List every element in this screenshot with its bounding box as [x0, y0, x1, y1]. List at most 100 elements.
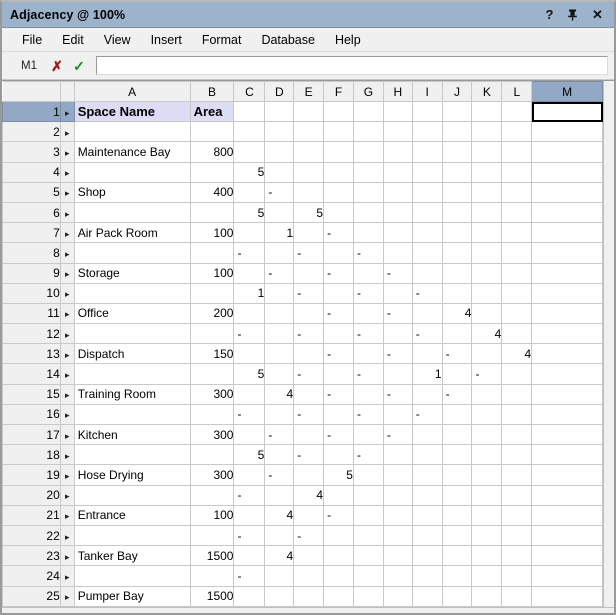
- cell-C16[interactable]: -: [234, 404, 265, 424]
- cell-E15[interactable]: [294, 384, 324, 404]
- column-header-j[interactable]: J: [442, 82, 472, 102]
- cell-J12[interactable]: [442, 324, 472, 344]
- cell-K4[interactable]: [472, 162, 502, 182]
- cell-C11[interactable]: [234, 303, 265, 323]
- cell-L17[interactable]: [502, 425, 532, 445]
- row-outline-marker[interactable]: ▸: [60, 142, 74, 162]
- row-outline-marker[interactable]: ▸: [60, 546, 74, 566]
- cell-J6[interactable]: [442, 202, 472, 222]
- cell-L21[interactable]: [502, 505, 532, 525]
- row-header-25[interactable]: 25: [3, 586, 61, 607]
- cell-D7[interactable]: 1: [265, 223, 294, 243]
- cell-C8[interactable]: -: [234, 243, 265, 263]
- column-header-h[interactable]: H: [383, 82, 412, 102]
- column-header-d[interactable]: D: [265, 82, 294, 102]
- cell-G7[interactable]: [353, 223, 383, 243]
- menu-item-edit[interactable]: Edit: [52, 31, 94, 49]
- cell-M9[interactable]: [532, 263, 603, 283]
- cell-I6[interactable]: [412, 202, 442, 222]
- cell-J14[interactable]: [442, 364, 472, 384]
- cell-F8[interactable]: [324, 243, 354, 263]
- row-outline-marker[interactable]: ▸: [60, 102, 74, 122]
- cell-D10[interactable]: [265, 283, 294, 303]
- close-button[interactable]: ✕: [591, 8, 604, 21]
- cell-C15[interactable]: [234, 384, 265, 404]
- cell-E25[interactable]: [294, 586, 324, 607]
- cell-A15[interactable]: Training Room: [74, 384, 190, 404]
- column-header-g[interactable]: G: [353, 82, 383, 102]
- cell-H25[interactable]: [383, 586, 412, 607]
- cell-E10[interactable]: -: [294, 283, 324, 303]
- cell-B15[interactable]: 300: [190, 384, 234, 404]
- cell-A2[interactable]: [74, 122, 190, 142]
- cell-M10[interactable]: [532, 283, 603, 303]
- cell-A25[interactable]: Pumper Bay: [74, 586, 190, 607]
- cell-I23[interactable]: [412, 546, 442, 566]
- cell-B21[interactable]: 100: [190, 505, 234, 525]
- cell-H6[interactable]: [383, 202, 412, 222]
- row-header-12[interactable]: 12: [3, 324, 61, 344]
- cell-C20[interactable]: -: [234, 485, 265, 505]
- cell-J8[interactable]: [442, 243, 472, 263]
- row-header-10[interactable]: 10: [3, 283, 61, 303]
- menu-item-view[interactable]: View: [94, 31, 141, 49]
- cell-K11[interactable]: [472, 303, 502, 323]
- cell-J21[interactable]: [442, 505, 472, 525]
- cell-H8[interactable]: [383, 243, 412, 263]
- cell-D17[interactable]: -: [265, 425, 294, 445]
- cell-F21[interactable]: -: [324, 505, 354, 525]
- cell-B25[interactable]: 1500: [190, 586, 234, 607]
- cell-C10[interactable]: 1: [234, 283, 265, 303]
- cell-G12[interactable]: -: [353, 324, 383, 344]
- cell-F9[interactable]: -: [324, 263, 354, 283]
- row-header-5[interactable]: 5: [3, 182, 61, 202]
- cell-C25[interactable]: [234, 586, 265, 607]
- row-header-18[interactable]: 18: [3, 445, 61, 465]
- cell-C2[interactable]: [234, 122, 265, 142]
- cell-D13[interactable]: [265, 344, 294, 364]
- cell-J17[interactable]: [442, 425, 472, 445]
- cell-K20[interactable]: [472, 485, 502, 505]
- cell-F24[interactable]: [324, 566, 354, 586]
- cell-I2[interactable]: [412, 122, 442, 142]
- cell-J24[interactable]: [442, 566, 472, 586]
- cell-I13[interactable]: [412, 344, 442, 364]
- cell-K22[interactable]: [472, 525, 502, 545]
- cell-A4[interactable]: [74, 162, 190, 182]
- cell-H18[interactable]: [383, 445, 412, 465]
- row-outline-marker[interactable]: ▸: [60, 344, 74, 364]
- accept-edit-icon[interactable]: ✓: [68, 59, 90, 73]
- cell-D19[interactable]: -: [265, 465, 294, 485]
- row-outline-marker[interactable]: ▸: [60, 445, 74, 465]
- cell-H21[interactable]: [383, 505, 412, 525]
- cell-G18[interactable]: -: [353, 445, 383, 465]
- cell-H22[interactable]: [383, 525, 412, 545]
- cell-C6[interactable]: 5: [234, 202, 265, 222]
- cell-E3[interactable]: [294, 142, 324, 162]
- cell-C19[interactable]: [234, 465, 265, 485]
- cell-H17[interactable]: -: [383, 425, 412, 445]
- cell-E6[interactable]: 5: [294, 202, 324, 222]
- cell-B16[interactable]: [190, 404, 234, 424]
- row-outline-marker[interactable]: ▸: [60, 586, 74, 607]
- cell-A14[interactable]: [74, 364, 190, 384]
- cell-H4[interactable]: [383, 162, 412, 182]
- cell-G2[interactable]: [353, 122, 383, 142]
- cell-J1[interactable]: [442, 102, 472, 122]
- cell-K2[interactable]: [472, 122, 502, 142]
- row-header-16[interactable]: 16: [3, 404, 61, 424]
- cell-G9[interactable]: [353, 263, 383, 283]
- cell-I19[interactable]: [412, 465, 442, 485]
- cell-L9[interactable]: [502, 263, 532, 283]
- cell-G19[interactable]: [353, 465, 383, 485]
- cell-A18[interactable]: [74, 445, 190, 465]
- cell-D18[interactable]: [265, 445, 294, 465]
- cell-H10[interactable]: [383, 283, 412, 303]
- cell-H7[interactable]: [383, 223, 412, 243]
- row-outline-marker[interactable]: ▸: [60, 263, 74, 283]
- cell-F16[interactable]: [324, 404, 354, 424]
- cell-G4[interactable]: [353, 162, 383, 182]
- cell-L13[interactable]: 4: [502, 344, 532, 364]
- cell-D25[interactable]: [265, 586, 294, 607]
- cell-G5[interactable]: [353, 182, 383, 202]
